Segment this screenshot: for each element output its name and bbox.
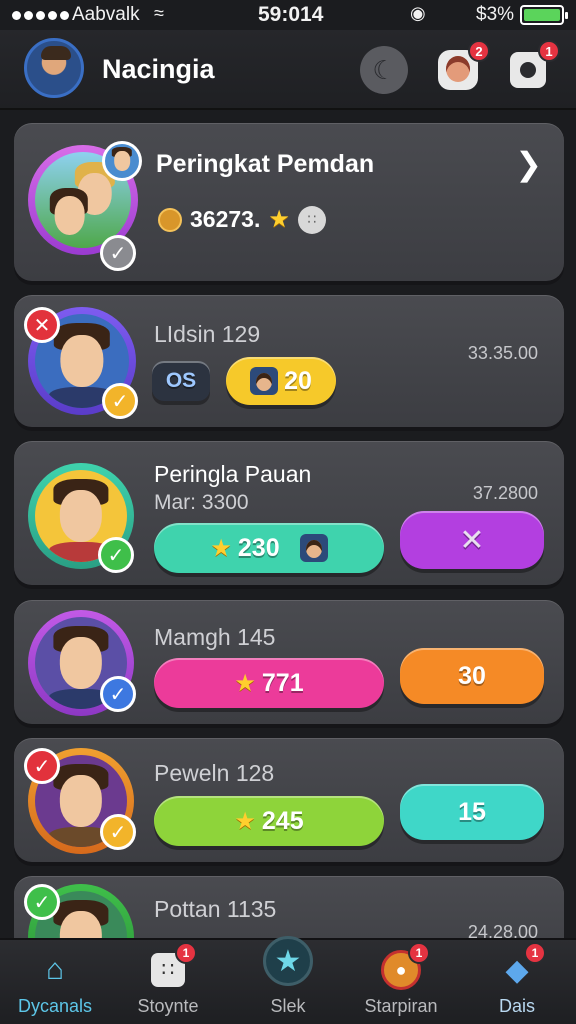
star-pill[interactable]: ★ 245 [154,796,384,846]
star-pill[interactable]: ★ 230 [154,523,384,573]
moon-icon: ☾ [372,54,396,85]
check-badge-icon: ✓ [24,748,60,784]
wifi-icon: ≈ [154,3,164,23]
player-thumbnail-icon [250,367,279,395]
nav-label: Slek [270,996,306,1016]
check-badge-icon: ✓ [100,676,136,712]
pill-value: 230 [237,533,280,562]
profile-button[interactable]: 2 [434,40,490,94]
home-icon: ⌂ [45,953,65,986]
player-thumbnail-icon [299,534,328,562]
carrier-name: Aabvalk [72,4,140,25]
pill-value: 20 [284,366,312,395]
star-icon: ★ [210,534,232,562]
dismiss-button[interactable]: ✕ [400,511,544,569]
list-item[interactable]: ✕ ✓ LIdsin 129 33.35.00 OS 20 [14,295,564,427]
reward-pill[interactable]: 20 [226,357,336,405]
signal-dots-icon [12,11,69,20]
pill-value: 245 [261,806,304,835]
location-icon: ◉ [410,3,426,23]
tab-starpiran[interactable]: ● 1 Starpiran [346,940,456,1024]
tab-dycanals[interactable]: ⌂ Dycanals [0,940,110,1024]
check-badge-icon: ✓ [100,235,136,271]
chevron-right-icon[interactable]: ❯ [515,145,542,183]
notification-badge: 2 [468,40,490,62]
tab-slek[interactable]: ★ Slek [233,936,343,1024]
top-header: Nacingia ☾ 2 1 [0,30,576,110]
player-name: Peweln 128 [154,760,275,786]
check-badge-icon: ✓ [102,383,138,419]
tag-chip[interactable]: OS [152,361,210,401]
pill-value: 771 [261,668,304,697]
settings-button[interactable]: 1 [504,40,560,94]
player-name: Pottan 1135 [154,896,277,922]
list-item[interactable]: ✓ Peringla Pauan Mar: 3300 37.2800 ★ 230… [14,441,564,585]
tag-label: OS [165,369,197,392]
tab-dais[interactable]: ◆ 1 Dais [462,940,572,1024]
star-pill[interactable]: ★ 771 [154,658,384,708]
tab-stoynte[interactable]: ∷ 1 Stoynte [113,940,223,1024]
status-time: 59:014 [258,3,324,26]
nav-label: Stoynte [137,996,199,1016]
battery-icon [520,5,568,25]
small-avatar [102,141,142,181]
bottom-nav: ⌂ Dycanals ∷ 1 Stoynte ★ Slek ● 1 Starpi… [0,936,576,1024]
entry-time: 33.35.00 [467,343,538,363]
avatar[interactable] [24,38,84,98]
notification-badge: 1 [175,942,197,964]
notification-badge: 1 [538,40,560,62]
entry-time: 37.2800 [472,483,538,503]
check-badge-icon: ✓ [24,884,60,920]
notification-badge: 1 [524,942,546,964]
close-icon[interactable]: ✕ [24,307,60,343]
featured-score-row: 36273. ★ ∷ [158,205,326,234]
player-name: LIdsin 129 [154,321,261,347]
page-title: Nacingia [102,54,215,84]
featured-title: Peringkat Pemdan [156,150,375,178]
list-item[interactable]: ✓ Mamgh 145 ★ 771 30 [14,600,564,724]
side-value: 30 [458,661,486,690]
player-name: Mamgh 145 [154,624,276,650]
value-button[interactable]: 15 [400,784,544,840]
nav-label: Dycanals [17,996,93,1016]
player-name: Peringla Pauan [154,461,312,487]
coin-icon [158,207,182,232]
featured-card[interactable]: ✓ Peringkat Pemdan ❯ 36273. ★ ∷ [14,123,564,281]
featured-score: 36273. [190,206,261,232]
moon-button[interactable]: ☾ [360,46,408,94]
nav-label: Starpiran [364,996,438,1016]
notification-badge: 1 [408,942,430,964]
battery-percent: $3% [476,4,515,25]
side-value: 15 [458,797,486,826]
list-item[interactable]: ✓ ✓ Peweln 128 ★ 245 15 [14,738,564,862]
star-icon: ★ [268,206,290,233]
check-badge-icon: ✓ [98,537,134,573]
nav-label: Dais [498,996,535,1016]
player-subtitle: Mar: 3300 [154,491,249,514]
value-button[interactable]: 30 [400,648,544,704]
dice-icon: ∷ [297,205,326,234]
star-icon: ★ [234,807,256,835]
star-icon: ★ [263,936,313,986]
star-icon: ★ [234,669,256,697]
status-bar: Aabvalk ≈ 59:014 ◉ $3% [0,0,576,30]
close-icon: ✕ [459,523,485,557]
check-badge-icon: ✓ [100,814,136,850]
